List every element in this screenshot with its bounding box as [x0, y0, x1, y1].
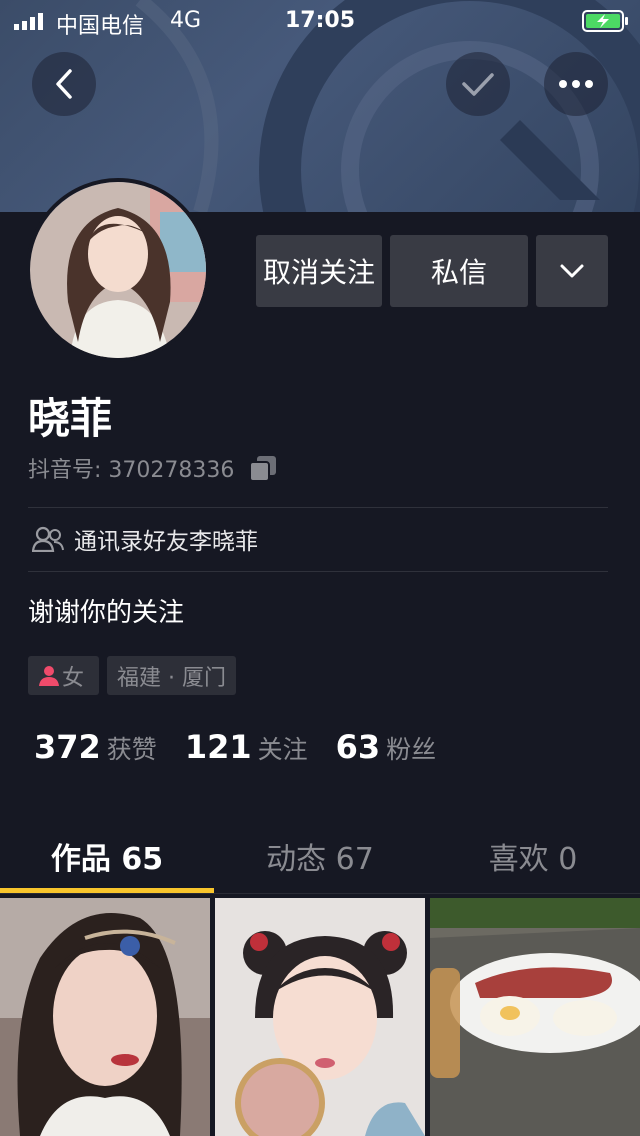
battery-icon [582, 10, 628, 32]
douyin-id-row: 抖音号: 370278336 [28, 452, 278, 484]
followed-check-button[interactable] [446, 52, 510, 116]
stat-number: 121 [184, 728, 252, 766]
stat-followers[interactable]: 63 粉丝 [336, 728, 437, 766]
video-thumbnail[interactable] [215, 898, 425, 1136]
profile-bio: 谢谢你的关注 [28, 598, 185, 628]
stat-label: 获赞 [106, 735, 157, 764]
divider [28, 571, 608, 572]
status-bar: 中国电信 4G 17:05 [0, 0, 640, 40]
stat-following[interactable]: 121 关注 [185, 728, 308, 766]
check-icon [462, 73, 494, 96]
copy-icon[interactable] [248, 454, 278, 482]
video-thumbnail[interactable] [430, 898, 640, 1136]
gender-tag: 女 [28, 656, 99, 695]
stat-number: 63 [335, 728, 381, 766]
more-options-button[interactable] [544, 52, 608, 116]
profile-stats: 372 获赞 121 关注 63 粉丝 [34, 728, 464, 766]
location-tag: 福建 · 厦门 [107, 656, 236, 695]
contact-friend-row[interactable]: 通讯录好友李晓菲 [32, 522, 258, 556]
stat-likes: 372 获赞 [34, 728, 157, 766]
contact-note: 通讯录好友李晓菲 [74, 529, 258, 555]
tab-moments[interactable]: 动态 67 [213, 834, 427, 878]
content-tabs: 作品 65 动态 67 喜欢 0 [0, 820, 640, 892]
douyin-id: 抖音号: 370278336 [28, 458, 235, 483]
chevron-left-icon [56, 69, 72, 99]
tab-likes[interactable]: 喜欢 0 [426, 834, 640, 878]
unfollow-button[interactable]: 取消关注 [256, 235, 382, 307]
divider [28, 507, 608, 508]
divider [0, 893, 640, 894]
back-button[interactable] [32, 52, 96, 116]
stat-label: 关注 [257, 735, 308, 764]
chevron-down-icon [560, 264, 584, 278]
tab-works[interactable]: 作品 65 [0, 834, 214, 878]
contacts-icon [32, 526, 64, 552]
message-button[interactable]: 私信 [390, 235, 528, 307]
avatar[interactable] [26, 178, 210, 362]
clock: 17:05 [284, 8, 356, 33]
profile-name: 晓菲 [28, 394, 113, 443]
stat-number: 372 [34, 728, 101, 766]
stat-label: 粉丝 [386, 735, 437, 764]
expand-recommend-button[interactable] [536, 235, 608, 307]
gender-label: 女 [62, 665, 85, 691]
video-thumbnail[interactable] [0, 898, 210, 1136]
more-dots-icon [559, 80, 593, 88]
female-user-icon [39, 665, 59, 686]
